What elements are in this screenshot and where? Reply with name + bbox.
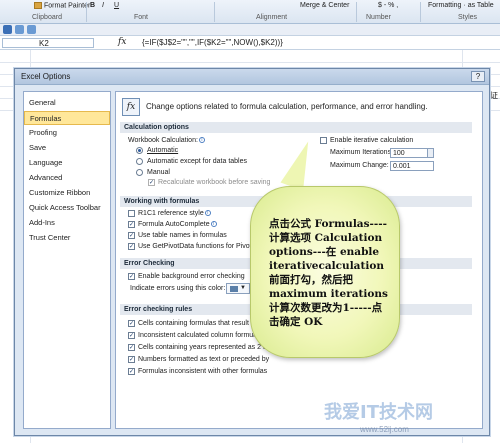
radio-automatic-except-label: Automatic except for data tables — [147, 158, 247, 165]
table-names-checkbox[interactable]: ✓ — [128, 232, 135, 239]
help-button[interactable]: ? — [471, 71, 485, 82]
chevron-down-icon: ▼ — [240, 285, 246, 291]
nav-item-customize-ribbon[interactable]: Customize Ribbon — [24, 186, 110, 200]
formula-bar: K2 fx {=IF($J$2="","",IF($K2="",NOW(),$K… — [0, 36, 500, 50]
rule-checkbox[interactable]: ✓ — [128, 320, 135, 327]
redo-icon[interactable] — [27, 25, 36, 34]
enable-iterative-label: Enable iterative calculation — [330, 137, 414, 144]
group-clipboard-label: Clipboard — [32, 14, 62, 21]
max-iterations-label: Maximum Iterations: — [330, 149, 394, 156]
rule-label: Numbers formatted as text or preceded by — [138, 356, 270, 363]
save-icon[interactable] — [3, 25, 12, 34]
group-alignment-label: Alignment — [256, 14, 288, 21]
nav-item-general[interactable]: General — [24, 96, 110, 110]
rule-checkbox[interactable]: ✓ — [128, 356, 135, 363]
workbook-calculation-label: Workbook Calculation: i — [128, 137, 205, 144]
background-error-checkbox[interactable]: ✓ — [128, 273, 135, 280]
r1c1-checkbox[interactable] — [128, 210, 135, 217]
rule-checkbox[interactable]: ✓ — [128, 332, 135, 339]
radio-manual-label: Manual — [147, 169, 170, 176]
rule-label: Inconsistent calculated column formula i… — [138, 332, 267, 339]
formula-fx-icon: fx — [122, 98, 140, 116]
nav-item-quick-access-toolbar[interactable]: Quick Access Toolbar — [24, 201, 110, 215]
getpivotdata-label: Use GetPivotData functions for PivotTabl… — [138, 243, 269, 250]
rule-label: Cells containing formulas that result in… — [138, 320, 267, 327]
name-box[interactable]: K2 — [2, 38, 94, 48]
nav-item-language[interactable]: Language — [24, 156, 110, 170]
dialog-titlebar[interactable]: Excel Options ? — [15, 69, 489, 85]
info-icon: i — [198, 137, 205, 144]
rule-checkbox[interactable]: ✓ — [128, 344, 135, 351]
indicate-errors-label: Indicate errors using this color: — [130, 285, 226, 292]
autocomplete-label: Formula AutoComplete i — [138, 221, 217, 228]
nav-item-formulas[interactable]: Formulas — [24, 111, 110, 125]
insert-function-icon[interactable]: fx — [118, 37, 126, 47]
getpivotdata-checkbox[interactable]: ✓ — [128, 243, 135, 250]
group-styles-label: Styles — [458, 14, 478, 21]
merge-center-button[interactable]: Merge & Center — [300, 2, 349, 9]
info-icon: i — [210, 221, 217, 228]
italic-button[interactable]: I — [102, 2, 104, 9]
format-as-table-button[interactable]: Formatting · as Table — [428, 2, 494, 9]
radio-automatic-except[interactable] — [136, 158, 143, 165]
ribbon-separator — [356, 2, 357, 22]
underline-button[interactable]: U — [114, 2, 119, 9]
site-watermark: 我爱IT技术网 — [324, 402, 433, 423]
formula-input[interactable]: {=IF($J$2="","",IF($K2="",NOW(),$K2))} — [142, 38, 283, 47]
max-iterations-input[interactable]: 100 — [390, 148, 434, 158]
r1c1-label: R1C1 reference style i — [138, 210, 211, 217]
group-font-label: Font — [134, 14, 149, 21]
nav-item-save[interactable]: Save — [24, 141, 110, 155]
radio-manual[interactable] — [136, 169, 143, 176]
dialog-title: Excel Options — [21, 72, 71, 81]
max-change-label: Maximum Change: — [330, 162, 389, 169]
table-names-label: Use table names in formulas — [138, 232, 227, 239]
ribbon-separator — [86, 2, 87, 22]
group-number-label: Number — [366, 14, 391, 21]
background-error-label: Enable background error checking — [138, 273, 245, 280]
brush-icon — [34, 2, 42, 9]
recalc-label: Recalculate workbook before saving — [158, 179, 271, 186]
spinner-icon[interactable] — [427, 149, 433, 157]
undo-icon[interactable] — [15, 25, 24, 34]
radio-automatic[interactable] — [136, 147, 143, 154]
ribbon-separator — [214, 2, 215, 22]
section-calculation-options: Calculation options — [120, 122, 472, 133]
nav-item-advanced[interactable]: Advanced — [24, 171, 110, 185]
rule-label: Formulas inconsistent with other formula… — [138, 368, 268, 375]
options-nav: General Formulas Proofing Save Language … — [23, 91, 111, 429]
instruction-callout: 点击公式 Formulas----计算选项 Calculation option… — [250, 186, 400, 358]
rule-checkbox[interactable]: ✓ — [128, 368, 135, 375]
nav-item-add-ins[interactable]: Add-Ins — [24, 216, 110, 230]
enable-iterative-checkbox[interactable] — [320, 137, 327, 144]
bold-button[interactable]: B — [90, 2, 95, 9]
format-painter-button[interactable]: Format Painter — [34, 2, 90, 9]
radio-automatic-label: Automatic — [147, 147, 179, 154]
grid-line — [0, 62, 500, 63]
ribbon: Format Painter B I U Merge & Center $ - … — [0, 0, 500, 24]
color-swatch — [230, 286, 238, 292]
error-color-picker[interactable]: ▼ — [226, 283, 250, 294]
quick-access-toolbar — [0, 24, 500, 36]
page-description: Change options related to formula calcul… — [146, 102, 428, 111]
ribbon-separator — [420, 2, 421, 22]
info-icon: i — [204, 210, 211, 217]
currency-button[interactable]: $ - % , — [378, 2, 398, 9]
rule-label: Cells containing years represented as 2 … — [138, 344, 273, 351]
autocomplete-checkbox[interactable]: ✓ — [128, 221, 135, 228]
max-change-input[interactable]: 0.001 — [390, 161, 434, 171]
recalc-checkbox[interactable]: ✓ — [148, 179, 155, 186]
nav-item-proofing[interactable]: Proofing — [24, 126, 110, 140]
nav-item-trust-center[interactable]: Trust Center — [24, 231, 110, 245]
site-watermark-url: www.52ij.com — [360, 425, 409, 434]
